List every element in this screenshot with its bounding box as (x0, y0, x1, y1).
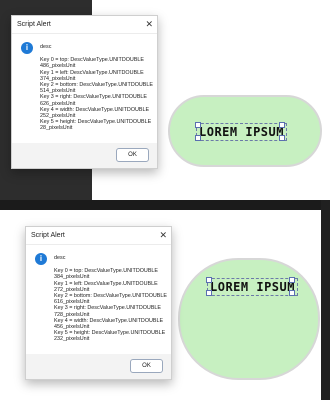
selection-handle[interactable] (195, 122, 201, 128)
ok-button[interactable]: OK (116, 148, 149, 162)
dialog-title: Script Alert (17, 21, 51, 28)
message-line: Key 1 = left: DescValueType.UNITDOUBLE (54, 280, 158, 287)
message-line: 232_pixelsUnit (54, 336, 90, 343)
message-line: Key 3 = right: DescValueType.UNITDOUBLE (40, 94, 148, 101)
dialog-title: Script Alert (31, 232, 65, 239)
green-rounded-shape[interactable] (178, 258, 320, 380)
screenshot-top: LOREM IPSUM Script Alert ✕ i desc Key 0 … (0, 0, 330, 200)
message-line: Key 3 = right: DescValueType.UNITDOUBLE (54, 305, 162, 312)
message-heading: desc (40, 44, 52, 50)
close-icon[interactable]: ✕ (145, 19, 153, 30)
dark-background (0, 200, 330, 210)
dialog-titlebar: Script Alert ✕ (26, 227, 171, 245)
selection-handle[interactable] (279, 122, 285, 128)
dialog-footer: OK (12, 143, 157, 168)
close-icon[interactable]: ✕ (159, 230, 167, 241)
script-alert-dialog: Script Alert ✕ i desc Key 0 = top: DescV… (11, 15, 158, 169)
info-icon: i (21, 42, 33, 54)
ok-button[interactable]: OK (130, 359, 163, 373)
message-line: Key 1 = left: DescValueType.UNITDOUBLE (40, 69, 144, 76)
alert-message: desc Key 0 = top: DescValueType.UNITDOUB… (54, 255, 167, 343)
message-heading: desc (54, 255, 66, 261)
selection-handle[interactable] (289, 277, 295, 283)
selection-handle[interactable] (289, 290, 295, 296)
dialog-footer: OK (26, 354, 171, 379)
canvas-text-layer[interactable]: LOREM IPSUM (196, 123, 287, 141)
selection-handle[interactable] (279, 135, 285, 141)
dialog-titlebar: Script Alert ✕ (12, 16, 157, 34)
script-alert-dialog: Script Alert ✕ i desc Key 0 = top: DescV… (25, 226, 172, 380)
alert-message: desc Key 0 = top: DescValueType.UNITDOUB… (40, 44, 153, 132)
selection-handle[interactable] (195, 135, 201, 141)
info-icon: i (35, 253, 47, 265)
selection-handle[interactable] (206, 290, 212, 296)
screenshot-bottom: LOREM IPSUM Script Alert ✕ i desc Key 0 … (0, 200, 330, 400)
selection-handle[interactable] (206, 277, 212, 283)
message-line: 28_pixelsUnit (40, 125, 73, 132)
dark-background (321, 200, 330, 400)
canvas-text-layer[interactable]: LOREM IPSUM (207, 278, 298, 296)
